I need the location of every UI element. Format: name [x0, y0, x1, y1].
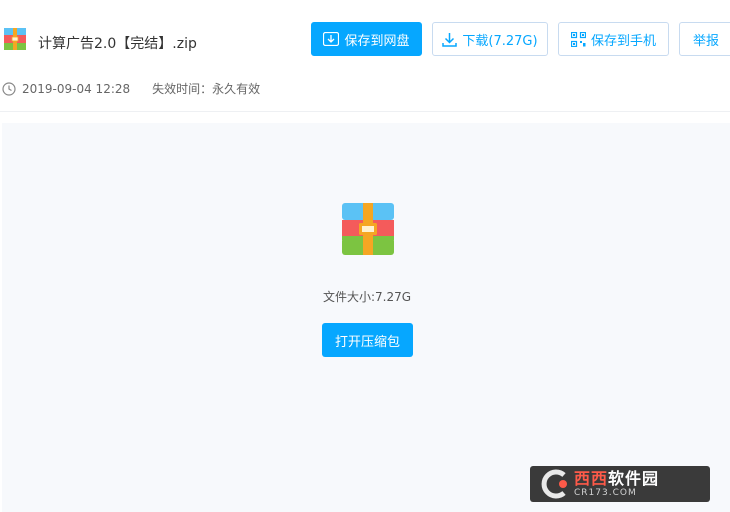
file-meta: 2019-09-04 12:28 失效时间：永久有效	[2, 80, 260, 97]
expiry-text: 失效时间：永久有效	[152, 82, 261, 96]
cr-logo-icon	[541, 469, 567, 499]
download-button[interactable]: 下载(7.27G)	[432, 22, 548, 56]
header-divider	[0, 111, 730, 112]
save-to-cloud-label: 保存到网盘	[344, 33, 410, 49]
watermark-logo: 西西软件园 CR173.COM	[530, 466, 710, 502]
watermark-text: 西西软件园 CR173.COM	[574, 468, 660, 498]
clock-icon	[2, 81, 16, 96]
file-preview-panel: 文件大小:7.27G 打开压缩包	[2, 123, 730, 512]
file-size: 文件大小:7.27G	[322, 290, 412, 304]
file-name: 计算广告2.0【完结】.zip	[38, 36, 197, 52]
upload-time: 2019-09-04 12:28	[22, 81, 131, 96]
open-archive-label: 打开压缩包	[334, 334, 400, 350]
report-label: 举报	[692, 33, 719, 49]
save-to-cloud-button[interactable]: 保存到网盘	[311, 22, 422, 56]
open-archive-button[interactable]: 打开压缩包	[322, 323, 413, 357]
report-button[interactable]: 举报	[679, 22, 730, 56]
save-to-phone-label: 保存到手机	[590, 33, 656, 49]
zip-file-icon	[4, 28, 26, 50]
download-label: 下载(7.27G)	[462, 33, 538, 49]
save-to-phone-button[interactable]: 保存到手机	[558, 22, 669, 56]
download-icon	[442, 32, 458, 47]
watermark-title: 西西软件园	[574, 468, 660, 488]
zip-archive-icon	[342, 203, 394, 255]
qr-code-icon	[570, 31, 586, 47]
watermark-domain: CR173.COM	[574, 487, 637, 498]
save-icon	[323, 32, 340, 46]
file-header: 计算广告2.0【完结】.zip 保存到网盘 下载(7.27G) 保存到手机 举报	[0, 0, 730, 80]
